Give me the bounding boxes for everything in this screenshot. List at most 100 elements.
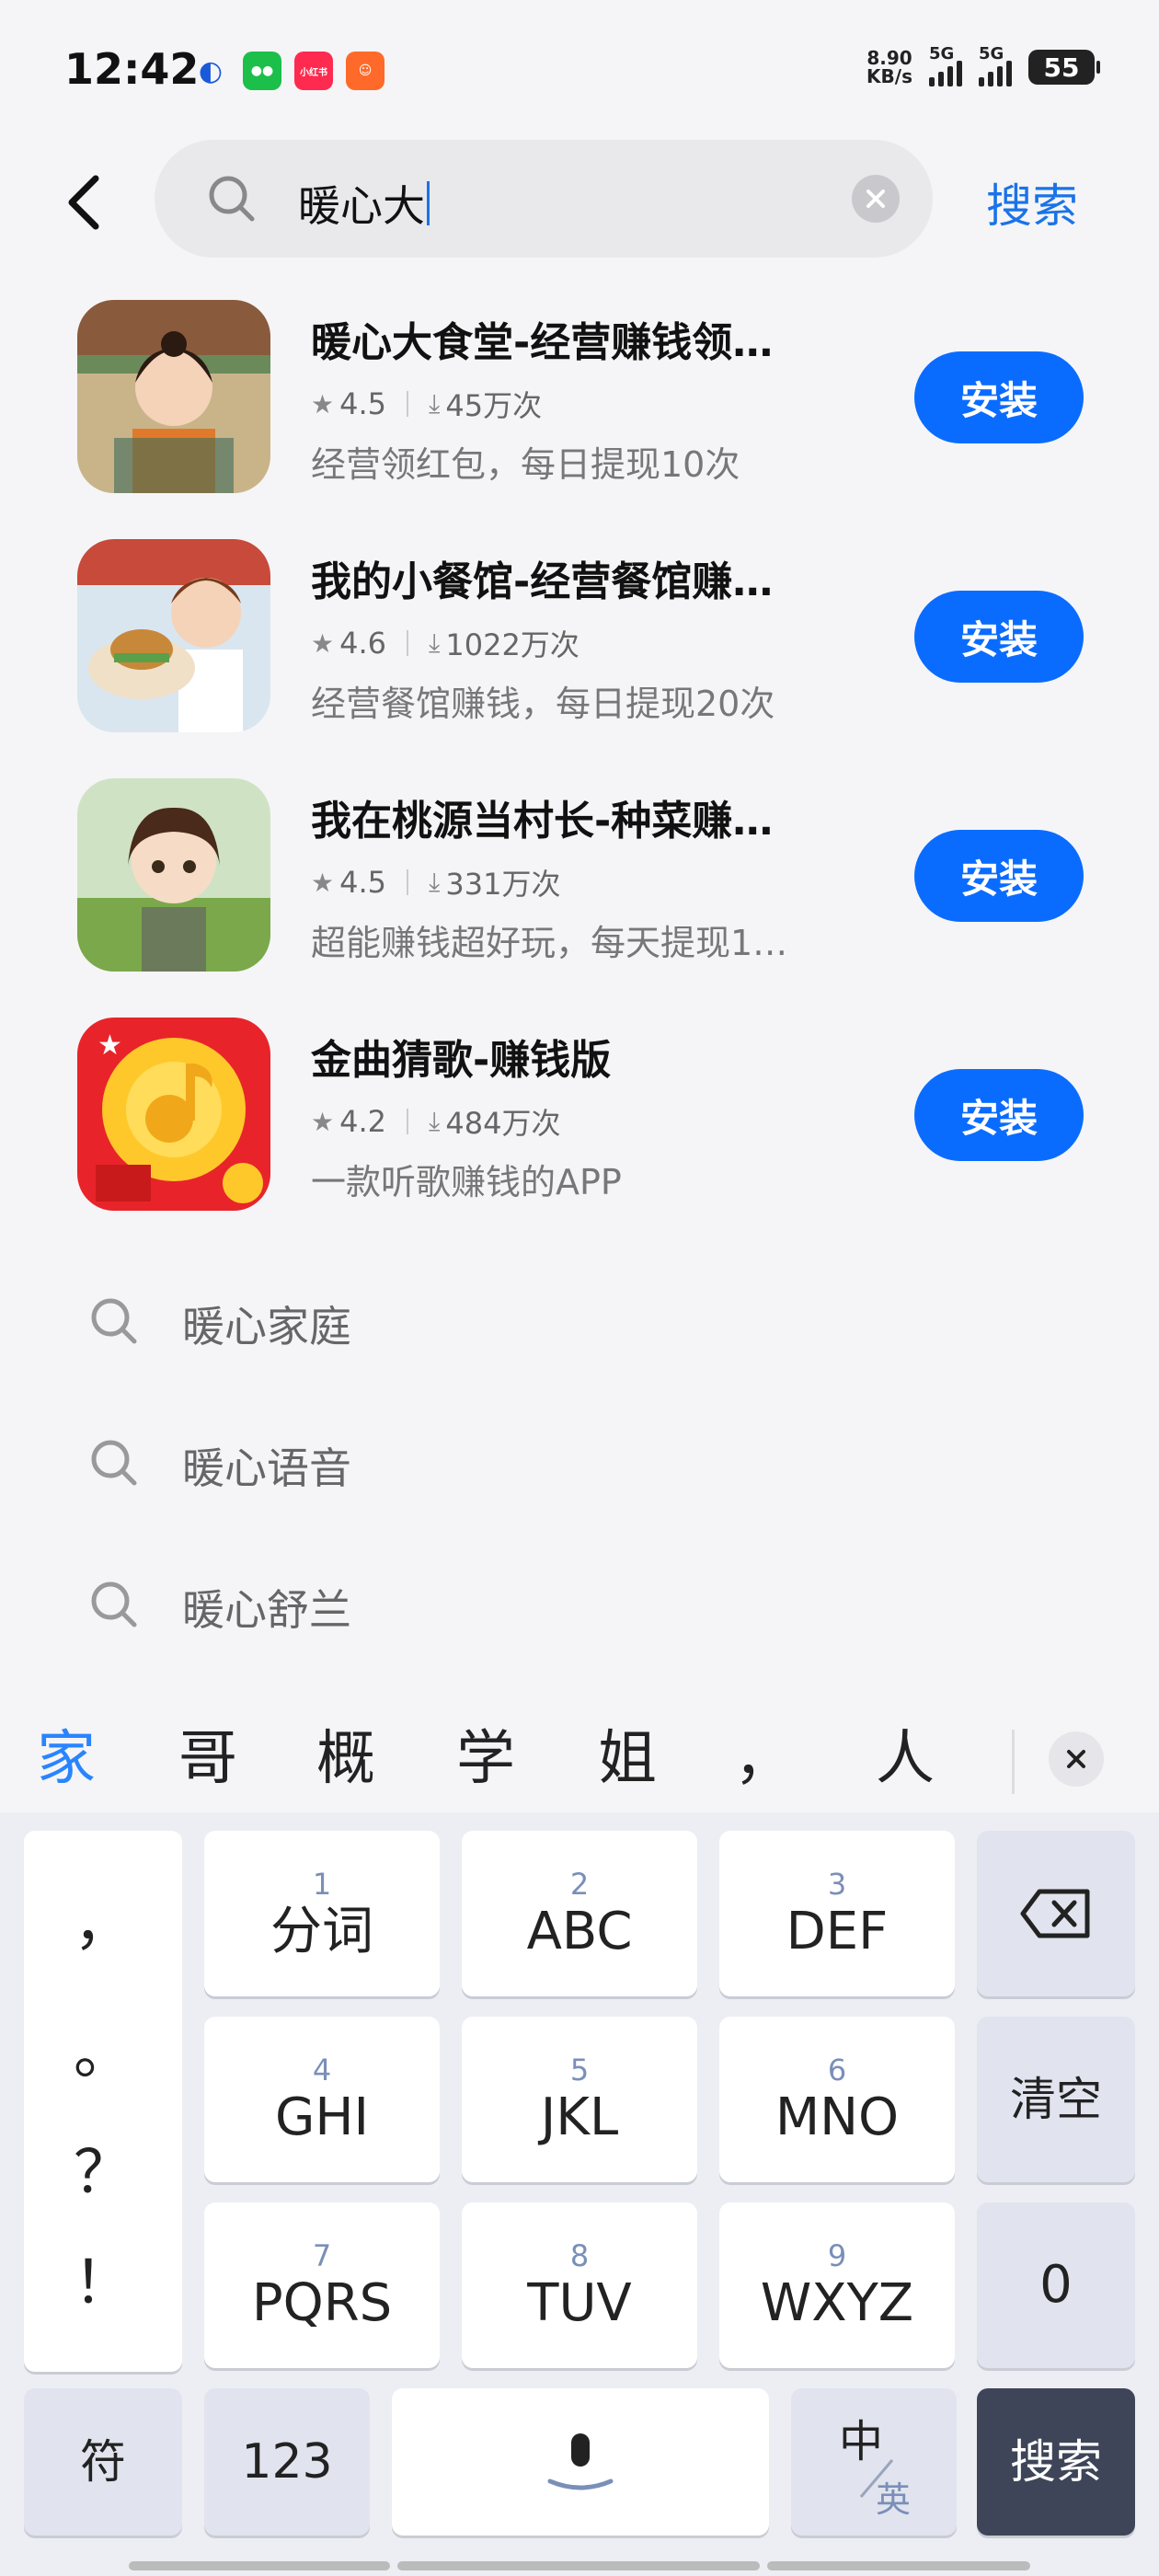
- back-button[interactable]: [55, 166, 110, 239]
- app-description: 经营餐馆赚钱，每日提现20次: [311, 684, 775, 724]
- search-button[interactable]: 搜索: [986, 169, 1078, 236]
- key-label: 搜索: [1010, 2435, 1102, 2489]
- search-input[interactable]: 暖心大: [155, 140, 933, 258]
- clear-button[interactable]: 清空: [977, 2017, 1135, 2182]
- close-candidates-button[interactable]: [1049, 1731, 1104, 1787]
- app-meta: ★ 4.5 ⤓ 45万次: [311, 383, 542, 425]
- install-button[interactable]: 安装: [914, 830, 1084, 922]
- key-label: 123: [241, 2434, 333, 2490]
- app-title: 金曲猜歌-赚钱版: [311, 1037, 612, 1084]
- network-speed: 8.90 KB/s: [866, 49, 912, 86]
- search-suggestion[interactable]: 暖心舒兰: [0, 1542, 1159, 1671]
- key-5[interactable]: 5 JKL: [462, 2017, 697, 2182]
- key-7[interactable]: 7 PQRS: [204, 2202, 440, 2368]
- punctuation-column[interactable]: ， 。 ？ ！: [24, 1831, 182, 2372]
- key-label: 清空: [1010, 2073, 1102, 2126]
- install-button[interactable]: 安装: [914, 1069, 1084, 1161]
- key-9[interactable]: 9 WXYZ: [719, 2202, 955, 2368]
- candidate-word[interactable]: 家: [37, 1711, 96, 1796]
- key-3[interactable]: 3 DEF: [719, 1831, 955, 1996]
- star-icon: ★: [311, 867, 335, 898]
- app-icon-jinqu-caige[interactable]: ★: [77, 1018, 270, 1211]
- app-icon-wode-xiaocanguan[interactable]: [77, 539, 270, 732]
- space-voice-button[interactable]: [392, 2388, 769, 2536]
- key-8[interactable]: 8 TUV: [462, 2202, 697, 2368]
- key-label: WXYZ: [760, 2273, 914, 2333]
- symbols-button[interactable]: 符: [24, 2388, 182, 2536]
- key-label: DEF: [786, 1902, 889, 1961]
- candidate-word[interactable]: 人: [876, 1711, 935, 1796]
- status-time: 12:42: [64, 44, 200, 94]
- app-result-item[interactable]: 暖心大食堂-经营赚钱领… ★ 4.5 ⤓ 45万次 经营领红包，每日提现10次 …: [0, 300, 1159, 512]
- app-result-item[interactable]: 我在桃源当村长-种菜赚… ★ 4.5 ⤓ 331万次 超能赚钱超好玩，每天提现1…: [0, 778, 1159, 990]
- key-label: ABC: [526, 1902, 633, 1961]
- key-0[interactable]: 0: [977, 2202, 1135, 2368]
- download-icon: ⤓: [429, 1106, 441, 1136]
- candidate-word[interactable]: 姐: [598, 1711, 657, 1796]
- search-suggestion[interactable]: 暖心语音: [0, 1400, 1159, 1529]
- search-icon: [91, 1440, 137, 1486]
- app-meta: ★ 4.6 ⤓ 1022万次: [311, 622, 580, 664]
- key-2[interactable]: 2 ABC: [462, 1831, 697, 1996]
- app-downloads: 331万次: [445, 867, 561, 902]
- key-label: 0: [1039, 2255, 1073, 2315]
- candidate-word[interactable]: ，: [734, 1711, 793, 1796]
- app-result-item[interactable]: 我的小餐馆-经营餐馆赚… ★ 4.6 ⤓ 1022万次 经营餐馆赚钱，每日提现2…: [0, 539, 1159, 751]
- taobao-icon: ☺: [346, 52, 384, 90]
- key-number: 5: [569, 2053, 590, 2087]
- key-number: 4: [312, 2053, 332, 2087]
- keyboard-search-button[interactable]: 搜索: [977, 2388, 1135, 2536]
- key-number: 7: [312, 2238, 332, 2273]
- text-caret: [427, 181, 430, 225]
- app-rating: 4.2: [339, 1104, 386, 1139]
- app-downloads: 1022万次: [445, 627, 580, 662]
- key-label: 分词: [270, 1902, 373, 1961]
- notification-icons: ◐ ●● 小红书 ☺: [191, 52, 384, 90]
- signal-2-label: 5G: [979, 44, 1004, 63]
- download-icon: ⤓: [429, 867, 441, 897]
- ime-candidate-bar: 家 哥 概 学 姐 ， 人: [0, 1684, 1159, 1812]
- download-icon: ⤓: [429, 627, 441, 658]
- app-title: 我在桃源当村长-种菜赚…: [311, 798, 774, 845]
- search-query-text: 暖心大: [298, 181, 425, 231]
- numeric-mode-button[interactable]: 123: [204, 2388, 370, 2536]
- search-suggestion[interactable]: 暖心家庭: [0, 1259, 1159, 1387]
- key-6[interactable]: 6 MNO: [719, 2017, 955, 2182]
- candidate-divider: [1012, 1730, 1015, 1794]
- key-number: 9: [827, 2238, 847, 2273]
- app-title: 暖心大食堂-经营赚钱领…: [311, 319, 774, 366]
- install-button[interactable]: 安装: [914, 351, 1084, 443]
- candidate-word[interactable]: 概: [316, 1711, 375, 1796]
- clear-search-button[interactable]: [852, 175, 900, 223]
- key-4[interactable]: 4 GHI: [204, 2017, 440, 2182]
- network-speed-value: 8.90: [866, 47, 912, 69]
- app-rating: 4.5: [339, 386, 386, 421]
- star-icon: ★: [311, 627, 335, 659]
- signal-icon-1: 5G: [929, 44, 962, 86]
- install-button[interactable]: 安装: [914, 591, 1084, 683]
- language-toggle-button[interactable]: 中 英: [791, 2388, 957, 2536]
- app-description: 超能赚钱超好玩，每天提现1…: [311, 923, 788, 963]
- punctuation-key[interactable]: ，: [24, 1877, 182, 1961]
- key-label: MNO: [775, 2087, 900, 2147]
- home-indicator[interactable]: [129, 2561, 1030, 2570]
- meta-divider: [407, 869, 408, 895]
- candidate-word[interactable]: 学: [456, 1711, 515, 1796]
- punctuation-key[interactable]: 。: [24, 2006, 182, 2090]
- app-result-item[interactable]: ★ 金曲猜歌-赚钱版 ★ 4.2 ⤓ 484万次 一款听歌赚钱的APP 安装: [0, 1018, 1159, 1229]
- app-description: 经营领红包，每日提现10次: [311, 444, 740, 485]
- backspace-icon: [1020, 1889, 1090, 1938]
- key-number: 1: [312, 1867, 332, 1902]
- star-icon: ★: [311, 388, 335, 420]
- key-number: 3: [827, 1867, 847, 1902]
- candidate-word[interactable]: 哥: [178, 1711, 237, 1796]
- app-icon-taoyuan-cunzhang[interactable]: [77, 778, 270, 972]
- search-icon: [91, 1581, 137, 1627]
- backspace-button[interactable]: [977, 1831, 1135, 1996]
- app-meta: ★ 4.2 ⤓ 484万次: [311, 1100, 560, 1143]
- punctuation-key[interactable]: ！: [24, 2236, 182, 2320]
- key-1[interactable]: 1 分词: [204, 1831, 440, 1996]
- app-icon-nuanxin-shitang[interactable]: [77, 300, 270, 493]
- close-icon: [866, 190, 885, 208]
- punctuation-key[interactable]: ？: [24, 2125, 182, 2210]
